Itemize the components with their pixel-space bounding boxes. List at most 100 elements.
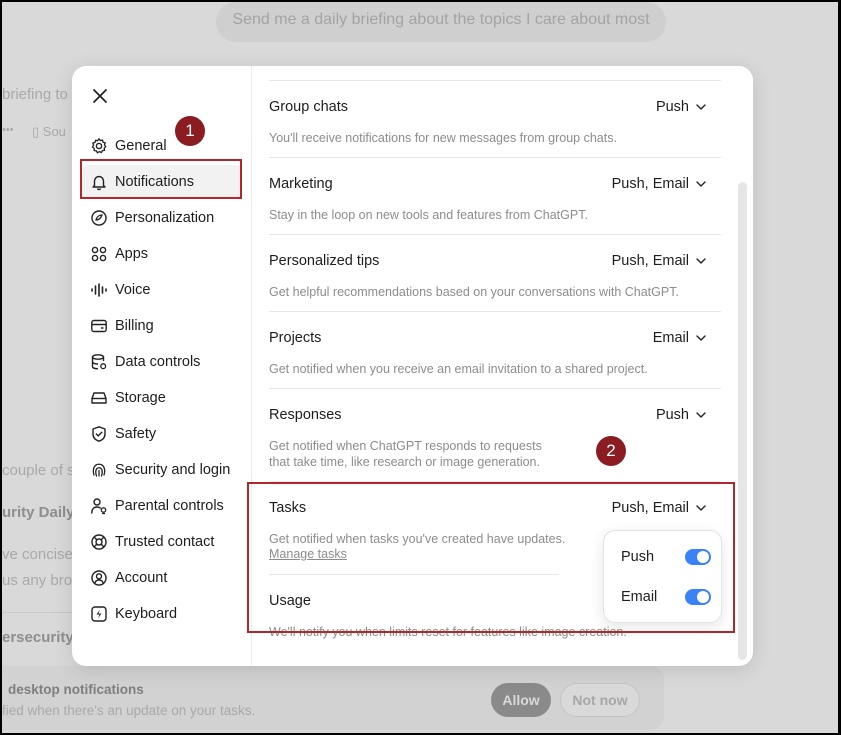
setting-description: Get helpful recommendations based on you…	[269, 285, 679, 299]
sidebar-item-billing[interactable]: Billing	[82, 309, 242, 343]
sidebar-item-personalization[interactable]: Personalization	[82, 201, 242, 235]
background-divider	[2, 612, 72, 613]
sidebar-item-label: Billing	[115, 318, 154, 334]
row-divider	[269, 80, 721, 81]
sidebar-item-notifications[interactable]: Notifications	[82, 165, 242, 199]
group-chats-dropdown[interactable]: Push	[656, 99, 707, 115]
setting-description: You'll receive notifications for new mes…	[269, 131, 617, 145]
sidebar-item-data-controls[interactable]: Data controls	[82, 345, 242, 379]
drive-icon	[90, 389, 108, 407]
sidebar-item-label: Keyboard	[115, 606, 178, 622]
sidebar-item-trusted-contact[interactable]: Trusted contact	[82, 525, 242, 559]
sidebar-item-label: Personalization	[115, 210, 215, 226]
fingerprint-icon	[90, 461, 108, 479]
setting-title-personalized-tips: Personalized tips	[269, 253, 380, 269]
setting-description: that take time, like research or image g…	[269, 455, 540, 469]
settings-sidebar: General Notifications Personalization Ap…	[72, 66, 252, 666]
row-divider	[269, 481, 721, 482]
sidebar-item-label: Trusted contact	[115, 534, 215, 550]
option-label: Push	[621, 549, 655, 565]
sidebar-item-label: Data controls	[115, 354, 201, 370]
responses-dropdown[interactable]: Push	[656, 407, 707, 423]
chevron-down-icon	[695, 502, 707, 514]
banner-subtitle: fied when there's an update on your task…	[2, 703, 256, 718]
background-fragment: briefing to	[2, 86, 68, 103]
sidebar-item-safety[interactable]: Safety	[82, 417, 242, 451]
dropdown-value: Push, Email	[611, 176, 689, 192]
sidebar-item-account[interactable]: Account	[82, 561, 242, 595]
gear-icon	[90, 137, 108, 155]
sidebar-item-label: Voice	[115, 282, 151, 298]
chevron-down-icon	[695, 255, 707, 267]
account-icon	[90, 569, 108, 587]
background-sources-label: ▯ Sou	[32, 124, 66, 140]
scrollbar[interactable]	[738, 182, 747, 660]
projects-dropdown[interactable]: Email	[653, 330, 707, 346]
background-fragment: couple of s	[2, 462, 75, 479]
background-fragment: Sou	[42, 124, 66, 139]
book-icon: ▯	[32, 124, 40, 139]
background-fragment: us any bro	[2, 572, 73, 589]
allow-button[interactable]: Allow	[491, 683, 551, 717]
setting-title-projects: Projects	[269, 330, 322, 346]
not-now-button[interactable]: Not now	[560, 683, 640, 717]
tasks-dropdown[interactable]: Push, Email	[612, 500, 707, 516]
personalized-tips-dropdown[interactable]: Push, Email	[612, 253, 707, 269]
step-badge-2: 2	[596, 436, 626, 466]
setting-description: Get notified when tasks you've created h…	[269, 532, 566, 546]
chevron-down-icon	[695, 178, 707, 190]
waveform-icon	[90, 281, 108, 299]
lifebuoy-icon	[90, 533, 108, 551]
row-divider	[269, 311, 721, 312]
setting-title-usage: Usage	[269, 593, 311, 609]
card-icon	[90, 317, 108, 335]
setting-title-responses: Responses	[269, 407, 342, 423]
dropdown-option-push[interactable]: Push	[621, 545, 711, 569]
row-divider	[269, 157, 721, 158]
dropdown-value: Push, Email	[611, 253, 689, 269]
setting-description: Stay in the loop on new tools and featur…	[269, 208, 588, 222]
close-icon[interactable]	[90, 86, 110, 106]
background-suggestion-chip: Send me a daily briefing about the topic…	[216, 2, 666, 42]
apps-grid-icon	[90, 245, 108, 263]
sidebar-item-label: Apps	[115, 246, 149, 262]
database-icon	[90, 353, 108, 371]
row-divider	[269, 388, 721, 389]
sidebar-item-apps[interactable]: Apps	[82, 237, 242, 271]
sidebar-item-label: Safety	[115, 426, 157, 442]
sidebar-item-general[interactable]: General	[82, 129, 242, 163]
settings-modal: General Notifications Personalization Ap…	[72, 66, 753, 666]
manage-tasks-link[interactable]: Manage tasks	[269, 547, 347, 561]
sidebar-item-label: Security and login	[115, 462, 231, 478]
sidebar-item-label: Storage	[115, 390, 166, 406]
sidebar-item-label: General	[115, 138, 167, 154]
sidebar-item-voice[interactable]: Voice	[82, 273, 242, 307]
background-fragment: ersecurity I	[2, 629, 83, 646]
marketing-dropdown[interactable]: Push, Email	[612, 176, 707, 192]
setting-title-tasks: Tasks	[269, 500, 307, 516]
sidebar-item-label: Account	[115, 570, 168, 586]
chevron-down-icon	[695, 101, 707, 113]
option-label: Email	[621, 589, 658, 605]
dropdown-value: Push, Email	[611, 500, 689, 516]
chevron-down-icon	[695, 409, 707, 421]
push-toggle[interactable]	[685, 549, 711, 565]
email-toggle[interactable]	[685, 589, 711, 605]
sidebar-item-keyboard[interactable]: Keyboard	[82, 597, 242, 631]
sidebar-item-parental-controls[interactable]: Parental controls	[82, 489, 242, 523]
personalization-icon	[90, 209, 108, 227]
dropdown-value: Push	[655, 407, 689, 423]
setting-description: Get notified when ChatGPT responds to re…	[269, 439, 542, 453]
parental-icon	[90, 497, 108, 515]
setting-title-group-chats: Group chats	[269, 99, 348, 115]
toggle-knob	[697, 551, 709, 563]
background-fragment: ve concise	[2, 546, 73, 563]
tasks-dropdown-menu: Push Email	[603, 530, 722, 623]
sidebar-item-storage[interactable]: Storage	[82, 381, 242, 415]
sidebar-item-security-and-login[interactable]: Security and login	[82, 453, 242, 487]
row-divider	[269, 234, 721, 235]
dropdown-value: Email	[652, 330, 689, 346]
chevron-down-icon	[695, 332, 707, 344]
dropdown-option-email[interactable]: Email	[621, 585, 711, 609]
setting-title-marketing: Marketing	[269, 176, 333, 192]
